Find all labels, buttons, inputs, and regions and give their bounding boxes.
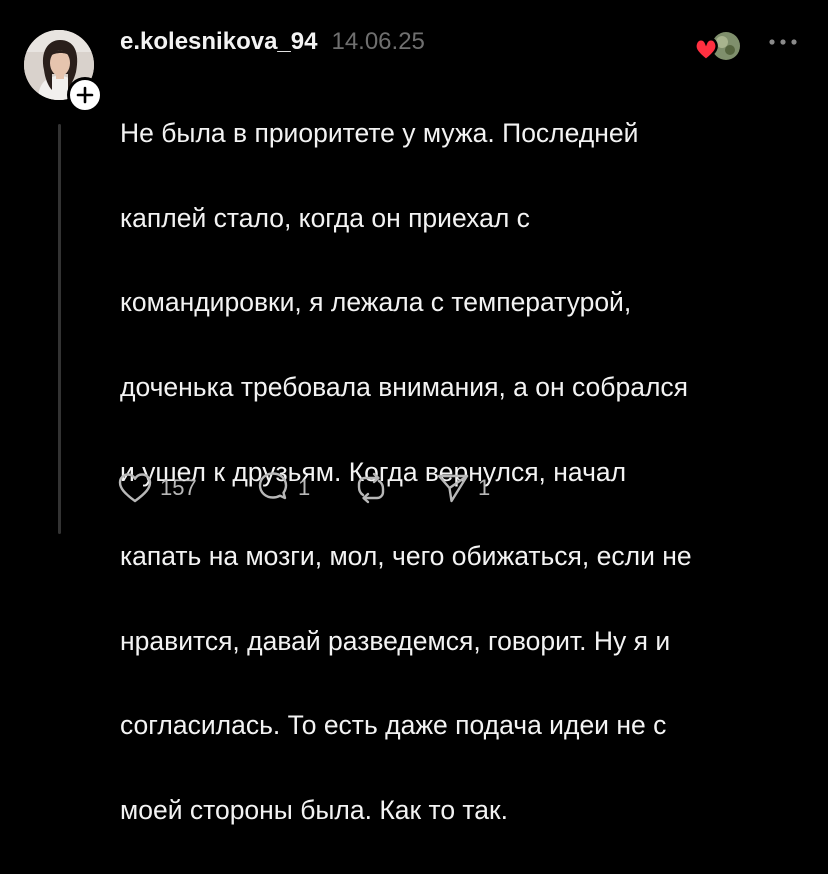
post-text-line: доченька требовала внимания, а он собрал…: [120, 372, 689, 403]
action-bar: 157 1 1: [118, 470, 490, 506]
share-count: 1: [478, 475, 491, 500]
thread-line: [58, 124, 61, 534]
reply-button[interactable]: 1: [256, 471, 354, 505]
heart-reaction-icon: [694, 32, 740, 62]
heart-icon: [118, 473, 152, 503]
repost-button[interactable]: [354, 471, 436, 505]
thread-post: e.kolesnikova_94 14.06.25 Не была в прио…: [0, 0, 828, 825]
like-button[interactable]: 157: [118, 472, 256, 504]
post-header: e.kolesnikova_94 14.06.25: [120, 28, 425, 62]
post-text-line: капать на мозги, мол, чего обижаться, ес…: [120, 541, 692, 572]
post-text-line: нравится, давай разведемся, говорит. Ну …: [120, 625, 671, 656]
post-text-line: согласилась. То есть даже подача идеи не…: [120, 710, 667, 741]
comment-icon: [258, 472, 288, 500]
more-dots-icon: [769, 39, 797, 45]
send-icon: [437, 474, 469, 503]
share-button[interactable]: 1: [436, 471, 490, 505]
timestamp: 14.06.25: [331, 28, 425, 55]
more-button[interactable]: [764, 30, 804, 54]
post-text-line: каплей стало, когда он приехал с: [120, 202, 530, 233]
post-text-line: моей стороны была. Как то так.: [120, 795, 508, 826]
repost-icon: [357, 472, 385, 504]
follow-button[interactable]: [67, 77, 103, 113]
reply-count: 1: [298, 475, 311, 500]
plus-icon: [76, 86, 94, 104]
username[interactable]: e.kolesnikova_94: [120, 28, 317, 56]
post-text-line: Не была в приоритете у мужа. Последней: [120, 118, 639, 149]
reaction-avatar[interactable]: [694, 30, 742, 64]
post-text-line: командировки, я лежала с температурой,: [120, 287, 632, 318]
like-count: 157: [160, 475, 197, 500]
